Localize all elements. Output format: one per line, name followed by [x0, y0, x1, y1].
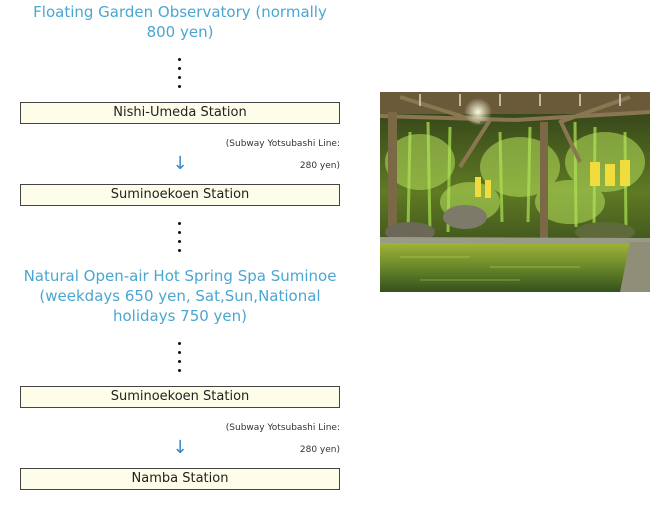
down-arrow-icon: ↓	[172, 437, 188, 458]
station-nishi-umeda: Nishi-Umeda Station	[20, 102, 340, 124]
down-arrow-icon: ↓	[172, 153, 188, 174]
fare-note-price: 280 yen)	[299, 161, 340, 171]
fare-note-line: (Subway Yotsubashi Line:	[225, 139, 340, 149]
station-namba: Namba Station	[20, 468, 340, 490]
route-dots	[178, 222, 182, 258]
fare-note-price: 280 yen)	[299, 445, 340, 455]
station-suminoekoen-return: Suminoekoen Station	[20, 386, 340, 408]
fare-note-2: (Subway Yotsubashi Line: 280 yen)	[226, 417, 340, 461]
open-air-hot-spring-photo	[380, 92, 650, 292]
station-suminoekoen: Suminoekoen Station	[20, 184, 340, 206]
destination-hot-spring-spa: Natural Open-air Hot Spring Spa Suminoe …	[23, 267, 337, 325]
fare-note-1: (Subway Yotsubashi Line: 280 yen)	[226, 133, 340, 177]
fare-note-line: (Subway Yotsubashi Line:	[225, 423, 340, 433]
destination-floating-garden-observatory: Floating Garden Observatory (normally 80…	[33, 3, 327, 41]
hot-spring-image	[380, 92, 650, 292]
route-dots	[178, 58, 182, 94]
route-dots	[178, 342, 182, 378]
